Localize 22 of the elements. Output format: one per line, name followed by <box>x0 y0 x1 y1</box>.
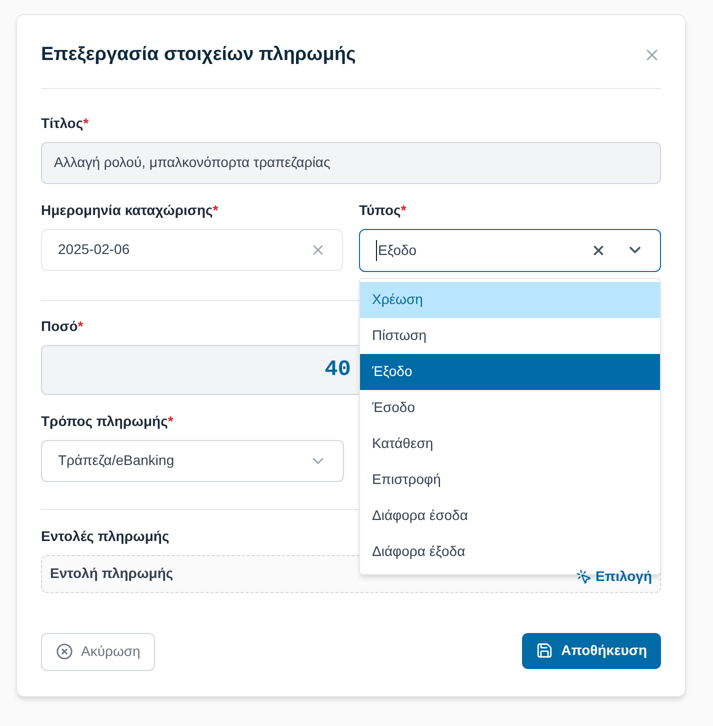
field-label: Ποσό* <box>41 316 84 336</box>
type-select[interactable]: Εξοδο <box>359 228 661 272</box>
section-label: Εντολές πληρωμής <box>41 526 170 546</box>
date-field[interactable]: 2025-02-06 <box>41 228 343 270</box>
dialog-title: Επεξεργασία στοιχείων πληρωμής <box>41 43 356 67</box>
cancel-button[interactable]: Ακύρωση <box>41 632 156 670</box>
dropdown-option[interactable]: Κατάθεση <box>360 426 660 462</box>
save-icon <box>536 642 554 659</box>
field-label: Τρόπος πληρωμής* <box>41 412 174 431</box>
save-button[interactable]: Αποθήκευση <box>522 632 661 668</box>
field-label: Ημερομηνία καταχώρισης* <box>41 200 218 220</box>
pointer-click-icon <box>576 568 592 584</box>
field-label: Τίτλος* <box>41 114 89 133</box>
dropdown-option[interactable]: Χρέωση <box>360 282 660 318</box>
cancel-icon <box>56 643 73 660</box>
payment-order-text: Εντολή πληρωμής <box>50 564 174 583</box>
dropdown-option[interactable]: Επιστροφή <box>360 462 660 498</box>
dropdown-option[interactable]: Διάφορα έσοδα <box>360 498 660 534</box>
title-field[interactable]: Αλλαγή ρολού, μπαλκονόπορτα τραπεζαρίας <box>41 142 661 184</box>
payment-method-select[interactable]: Τράπεζα/eBanking <box>41 440 344 482</box>
field-label: Τύπος* <box>359 200 406 220</box>
dropdown-option[interactable]: Έξοδο <box>360 354 660 390</box>
